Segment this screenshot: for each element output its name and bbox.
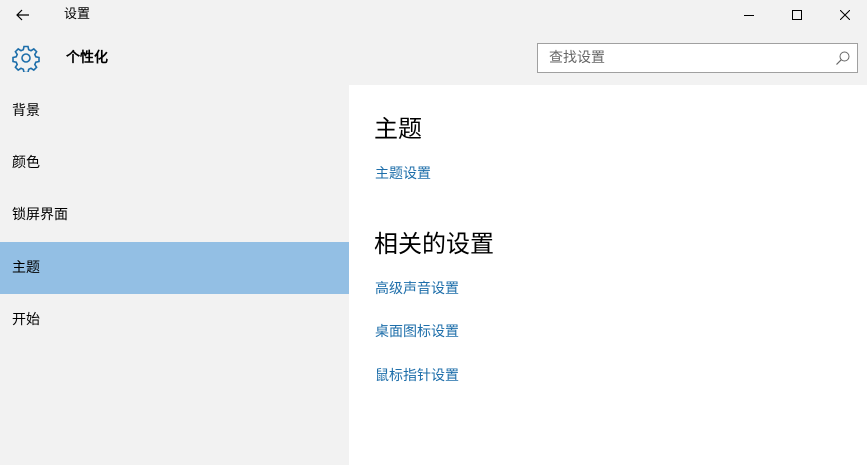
sidebar-item-lock-screen[interactable]: 锁屏界面 (0, 189, 349, 241)
maximize-button[interactable] (774, 0, 820, 30)
sidebar-item-label: 锁屏界面 (12, 207, 68, 223)
back-button[interactable] (0, 0, 46, 30)
page-header: 个性化 (0, 30, 867, 85)
mouse-pointer-settings-link[interactable]: 鼠标指针设置 (375, 365, 459, 385)
sidebar-item-label: 颜色 (12, 155, 40, 171)
minimize-icon (744, 15, 754, 16)
related-settings-heading: 相关的设置 (374, 230, 494, 258)
maximize-icon (792, 10, 802, 20)
sidebar-item-colors[interactable]: 颜色 (0, 137, 349, 189)
advanced-sound-settings-link[interactable]: 高级声音设置 (375, 278, 459, 298)
gear-icon (12, 45, 40, 72)
search-box[interactable] (537, 43, 858, 73)
close-button[interactable] (822, 0, 867, 30)
theme-settings-link[interactable]: 主题设置 (375, 163, 431, 183)
minimize-button[interactable] (726, 0, 772, 30)
title-bar: 设置 (0, 0, 867, 30)
back-arrow-icon (16, 9, 29, 21)
sidebar-item-themes[interactable]: 主题 (0, 242, 349, 294)
themes-heading: 主题 (374, 115, 422, 143)
sidebar: 背景 颜色 锁屏界面 主题 开始 (0, 85, 349, 465)
window-title: 设置 (64, 7, 91, 22)
search-input[interactable] (538, 44, 839, 72)
sidebar-item-start[interactable]: 开始 (0, 294, 349, 346)
sidebar-item-label: 开始 (12, 312, 40, 328)
close-icon (840, 10, 850, 20)
search-icon[interactable] (835, 50, 851, 66)
settings-window: 设置 个性化 查找设置 背景 颜色 锁屏界面 主题 开始 主题 主题设置 相关的… (0, 0, 867, 465)
desktop-icon-settings-link[interactable]: 桌面图标设置 (375, 321, 459, 341)
sidebar-item-background[interactable]: 背景 (0, 85, 349, 137)
page-title: 个性化 (66, 50, 108, 66)
main-content: 主题 主题设置 相关的设置 高级声音设置 桌面图标设置 鼠标指针设置 (349, 85, 867, 465)
sidebar-item-label: 主题 (12, 260, 40, 276)
sidebar-item-label: 背景 (12, 103, 40, 119)
